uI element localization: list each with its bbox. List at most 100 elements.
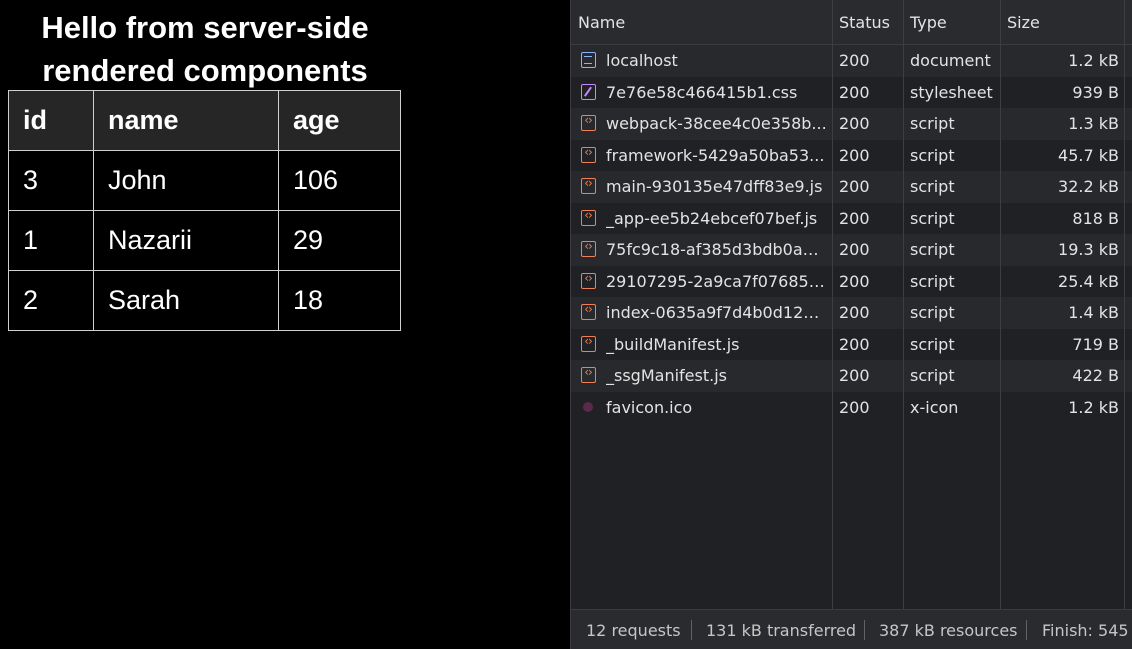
request-status: 200	[839, 208, 870, 228]
request-name: index-0635a9f7d4b0d12e.js	[606, 303, 828, 322]
request-name: 75fc9c18-af385d3bdb0a9...	[606, 240, 828, 259]
summary-divider	[864, 620, 865, 640]
column-divider[interactable]	[832, 0, 833, 609]
request-type: script	[910, 114, 955, 133]
transferred-size: 131 kB transferred	[706, 621, 857, 640]
request-type: script	[910, 303, 955, 322]
cell-id: 3	[8, 150, 94, 211]
request-size: 422 B	[1072, 366, 1119, 385]
network-request-row[interactable]: 29107295-2a9ca7f07685b... 200 script 25.4 k…	[571, 265, 1132, 297]
table-row: 2 Sarah 18	[8, 270, 401, 331]
request-name: favicon.ico	[606, 397, 693, 417]
request-status: 200	[839, 82, 870, 102]
resources-size: 387 kB resources	[879, 621, 1018, 640]
rendered-page: Hello from server-side rendered componen…	[0, 0, 570, 649]
summary-divider	[1026, 620, 1027, 640]
request-status: 200	[839, 334, 870, 354]
network-request-row[interactable]: webpack-38cee4c0e358b... 200 script 1.3 kB	[571, 108, 1132, 140]
script-icon	[581, 208, 596, 226]
request-type: script	[910, 145, 955, 165]
request-type: stylesheet	[910, 82, 993, 102]
script-icon	[581, 302, 596, 320]
favicon-icon	[581, 399, 596, 415]
request-size: 25.4 kB	[1058, 271, 1119, 291]
column-divider[interactable]	[1000, 0, 1001, 609]
request-type: script	[910, 208, 955, 228]
network-request-row[interactable]: framework-5429a50ba53... 200 script 45.7 kB	[571, 139, 1132, 171]
request-status: 200	[839, 145, 870, 165]
cell-age: 18	[278, 270, 401, 331]
column-divider[interactable]	[1124, 0, 1125, 609]
request-name: 7e76e58c466415b1.css	[606, 82, 798, 102]
table-row: 1 Nazarii 29	[8, 210, 401, 271]
request-status: 200	[839, 303, 870, 322]
finish-time: Finish: 545	[1042, 621, 1129, 640]
devtools-network-panel: Name Status Type Size localhost 200 docume…	[570, 0, 1132, 649]
network-request-row[interactable]: 75fc9c18-af385d3bdb0a9... 200 script 19.3 k…	[571, 234, 1132, 266]
request-status: 200	[839, 51, 870, 70]
requests-count: 12 requests	[586, 621, 681, 640]
network-request-list: localhost 200 document 1.2 kB 7e76e58c466415…	[571, 45, 1132, 423]
stylesheet-icon	[581, 83, 596, 100]
table-header-row: id name age	[8, 90, 401, 151]
summary-divider	[691, 620, 692, 640]
request-name: _buildManifest.js	[606, 334, 740, 354]
request-name: _app-ee5b24ebcef07bef.js	[606, 208, 818, 228]
request-size: 719 B	[1072, 334, 1119, 354]
request-size: 1.4 kB	[1068, 303, 1119, 322]
request-status: 200	[839, 114, 870, 133]
cell-age: 106	[278, 150, 401, 211]
request-size: 818 B	[1072, 208, 1119, 228]
cell-age: 29	[278, 210, 401, 271]
people-table: id name age 3 John 106 1 Nazarii 29 2 Sa…	[8, 90, 401, 331]
script-icon	[581, 271, 596, 289]
network-request-row[interactable]: main-930135e47dff83e9.js 200 script 32.2 kB	[571, 171, 1132, 203]
request-type: x-icon	[910, 397, 959, 417]
request-status: 200	[839, 177, 870, 196]
request-name: webpack-38cee4c0e358b...	[606, 114, 827, 133]
column-divider[interactable]	[903, 0, 904, 609]
network-request-row[interactable]: localhost 200 document 1.2 kB	[571, 45, 1132, 77]
network-request-grid: Name Status Type Size localhost 200 docume…	[571, 0, 1132, 609]
column-header-name[interactable]: Name	[578, 13, 625, 32]
column-header-name: name	[93, 90, 279, 151]
request-name: main-930135e47dff83e9.js	[606, 177, 823, 196]
request-size: 19.3 kB	[1058, 240, 1119, 259]
request-size: 939 B	[1072, 82, 1119, 102]
cell-name: John	[93, 150, 279, 211]
column-header-size[interactable]: Size	[1007, 13, 1040, 32]
request-size: 32.2 kB	[1058, 177, 1119, 196]
network-summary-bar: 12 requests 131 kB transferred 387 kB re…	[571, 609, 1132, 649]
script-icon	[581, 365, 596, 383]
request-size: 1.2 kB	[1068, 397, 1119, 417]
request-type: document	[910, 51, 991, 70]
request-type: script	[910, 271, 955, 291]
network-request-row[interactable]: 7e76e58c466415b1.css 200 stylesheet 939 B	[571, 76, 1132, 108]
request-name: _ssgManifest.js	[606, 366, 727, 385]
request-type: script	[910, 240, 955, 259]
network-request-row[interactable]: favicon.ico 200 x-icon 1.2 kB	[571, 391, 1132, 423]
column-header-type[interactable]: Type	[910, 13, 947, 32]
request-type: script	[910, 334, 955, 354]
request-size: 1.2 kB	[1068, 51, 1119, 70]
network-request-row[interactable]: _buildManifest.js 200 script 719 B	[571, 328, 1132, 360]
network-request-row[interactable]: _app-ee5b24ebcef07bef.js 200 script 818 B	[571, 202, 1132, 234]
network-request-row[interactable]: _ssgManifest.js 200 script 422 B	[571, 360, 1132, 392]
script-icon	[581, 145, 596, 163]
column-header-status[interactable]: Status	[839, 13, 890, 32]
page-heading: Hello from server-side rendered componen…	[41, 10, 369, 88]
script-icon	[581, 113, 596, 131]
column-header-id: id	[8, 90, 94, 151]
script-icon	[581, 176, 596, 194]
table-row: 3 John 106	[8, 150, 401, 211]
request-size: 45.7 kB	[1058, 145, 1119, 165]
request-name: framework-5429a50ba53...	[606, 145, 825, 165]
column-header-age: age	[278, 90, 401, 151]
cell-name: Nazarii	[93, 210, 279, 271]
request-status: 200	[839, 397, 870, 417]
network-request-row[interactable]: index-0635a9f7d4b0d12e.js 200 script 1.4 kB	[571, 297, 1132, 329]
request-size: 1.3 kB	[1068, 114, 1119, 133]
request-type: script	[910, 366, 955, 385]
request-name: localhost	[606, 51, 678, 70]
cell-id: 2	[8, 270, 94, 331]
